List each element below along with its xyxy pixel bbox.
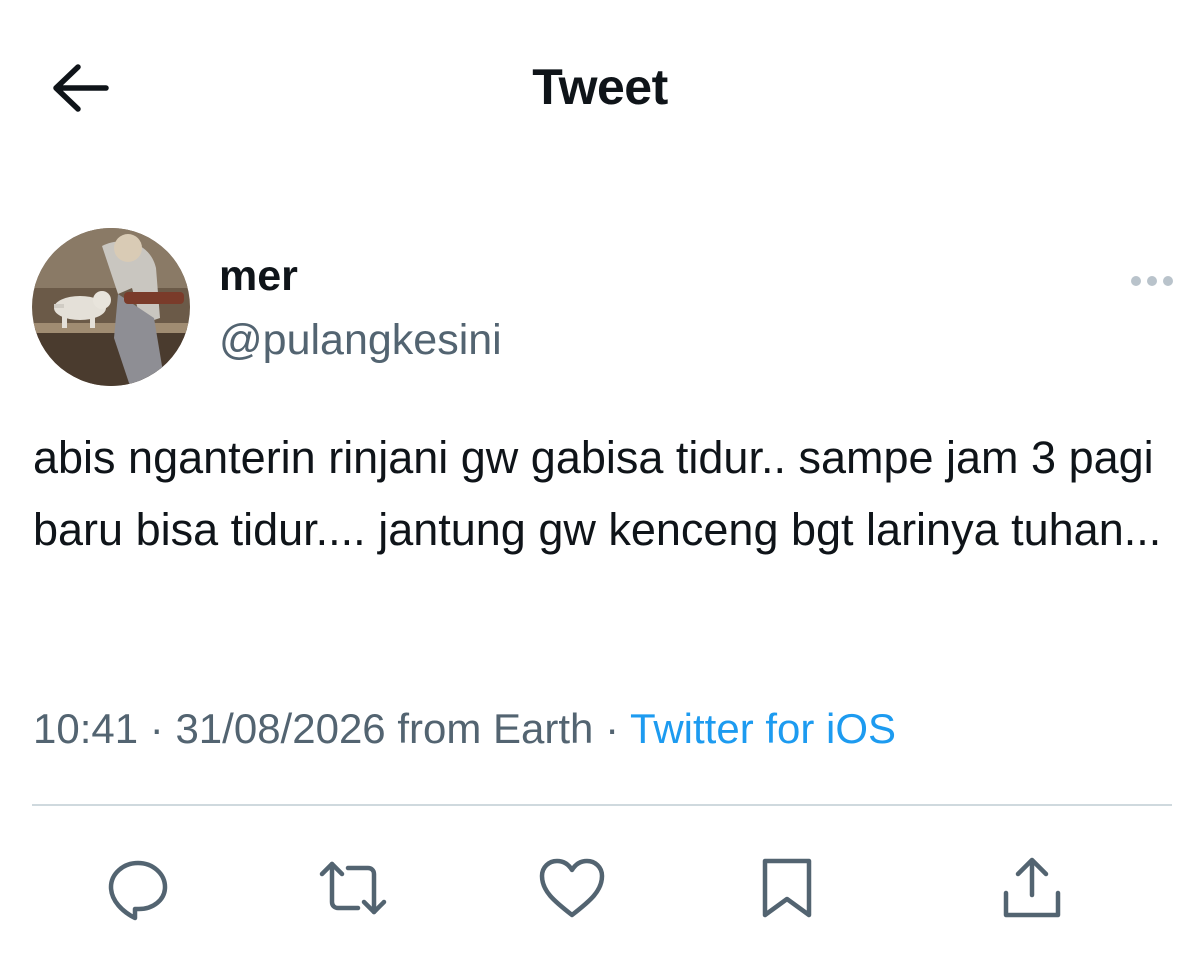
reply-button[interactable] <box>102 852 174 924</box>
tweet-source-link[interactable]: Twitter for iOS <box>630 705 896 752</box>
tweet-time[interactable]: 10:41 <box>33 705 138 752</box>
page-title: Tweet <box>532 59 668 115</box>
tweet-location: from Earth <box>397 705 594 752</box>
share-icon <box>1000 855 1064 921</box>
retweet-button[interactable] <box>317 852 389 924</box>
meta-separator: · <box>605 705 620 752</box>
tweet-text: abis nganterin rinjani gw gabisa tidur..… <box>33 432 1162 555</box>
avatar[interactable] <box>32 228 190 386</box>
like-button[interactable] <box>536 852 608 924</box>
more-options-button[interactable] <box>1128 266 1176 300</box>
meta-separator: · <box>149 705 164 752</box>
like-icon <box>538 857 606 919</box>
tweet-meta: 10:41 · 31/08/2026 from Earth · Twitter … <box>33 705 896 753</box>
reply-icon <box>105 855 171 921</box>
share-button[interactable] <box>996 852 1068 924</box>
retweet-icon <box>318 858 388 918</box>
tweet-date[interactable]: 31/08/2026 <box>175 705 385 752</box>
author-handle[interactable]: @pulangkesini <box>219 316 502 365</box>
bookmark-icon <box>759 855 815 921</box>
bookmark-button[interactable] <box>751 852 823 924</box>
more-horizontal-icon <box>1130 274 1174 292</box>
user-avatar-photo <box>32 228 190 386</box>
divider <box>32 804 1172 806</box>
author-display-name[interactable]: mer <box>219 252 298 301</box>
